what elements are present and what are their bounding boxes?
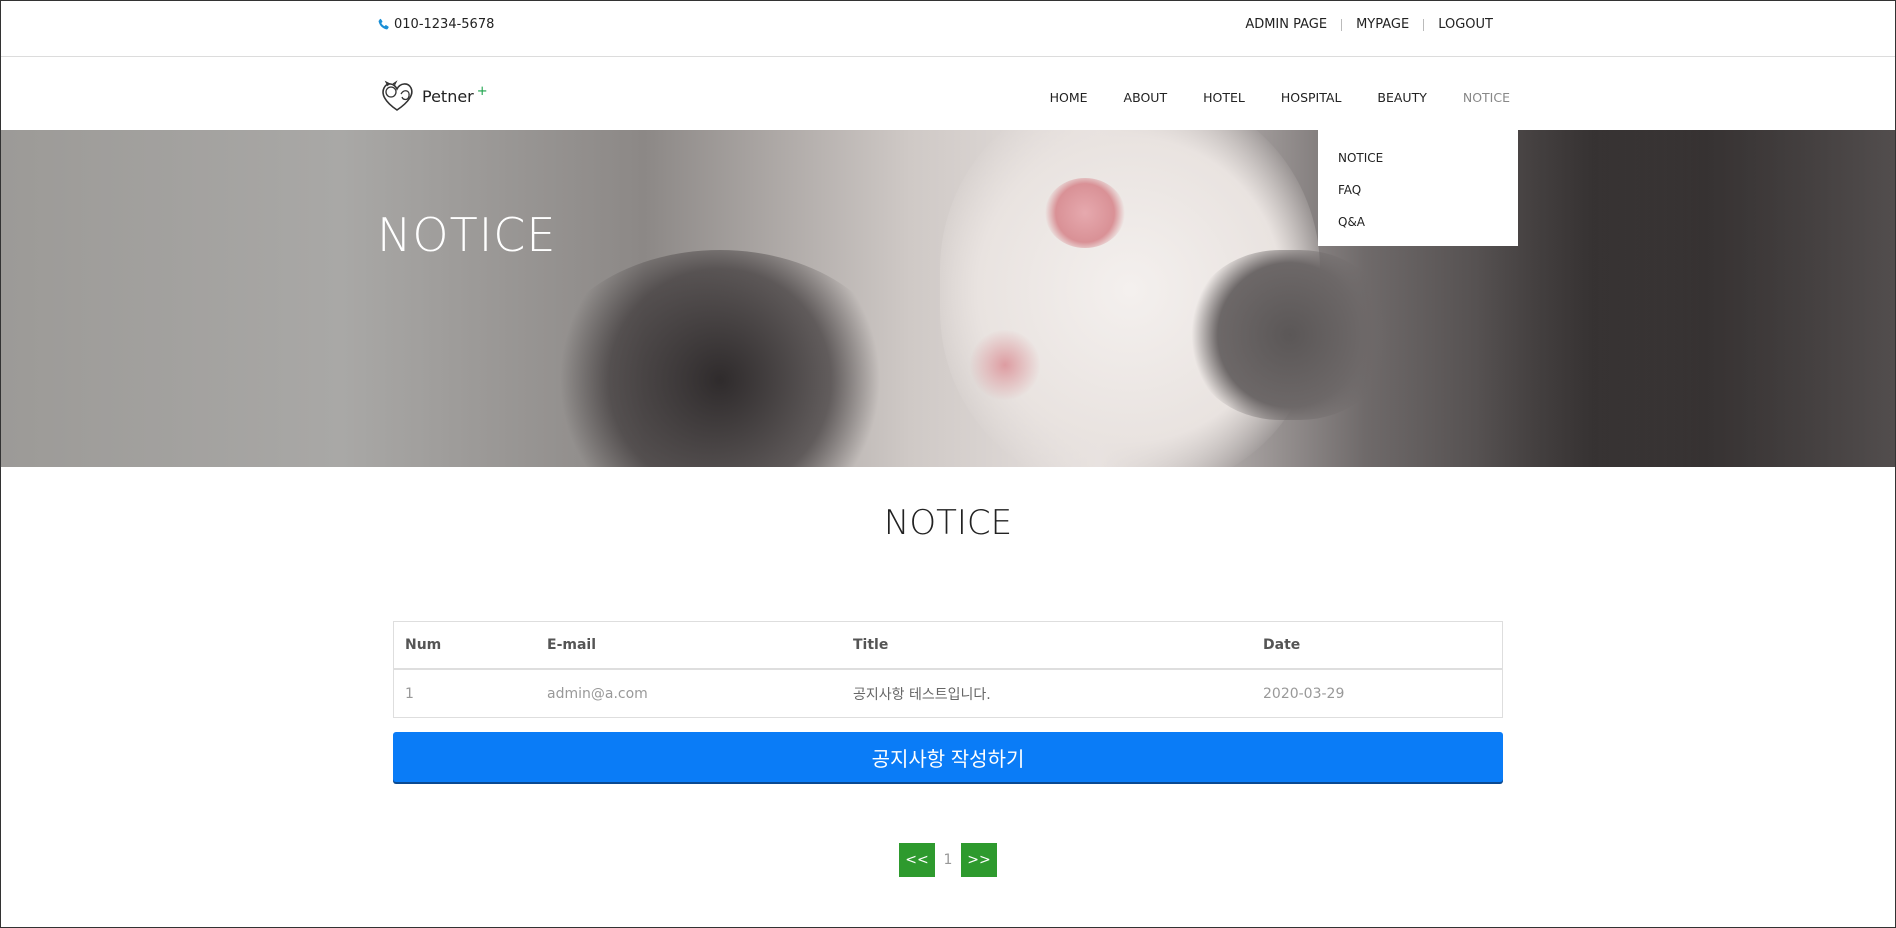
nav-item-hospital[interactable]: HOSPITAL [1281, 90, 1342, 105]
cell-num: 1 [405, 685, 414, 702]
table-header-row: Num E-mail Title Date [394, 622, 1502, 670]
column-header-date: Date [1252, 622, 1502, 670]
nav-item-about[interactable]: ABOUT [1124, 90, 1168, 105]
admin-page-link[interactable]: ADMIN PAGE [1245, 17, 1327, 32]
top-bar: 010-1234-5678 ADMIN PAGE MYPAGE LOGOUT [0, 0, 1896, 57]
cell-date: 2020-03-29 [1263, 685, 1345, 702]
main-menu: HOME ABOUT HOTEL HOSPITAL BEAUTY NOTICE [1014, 90, 1510, 105]
column-header-email: E-mail [536, 622, 842, 670]
column-header-num: Num [394, 622, 536, 670]
main-navbar: Petner + HOME ABOUT HOTEL HOSPITAL BEAUT… [0, 58, 1896, 130]
page-number[interactable]: 1 [935, 852, 961, 868]
nav-item-home[interactable]: HOME [1050, 90, 1088, 105]
hero-banner: NOTICE [0, 130, 1896, 467]
notice-dropdown-menu: NOTICE FAQ Q&A [1318, 130, 1518, 246]
next-page-button[interactable]: >> [961, 843, 997, 877]
phone-contact: 010-1234-5678 [377, 17, 494, 32]
mypage-link[interactable]: MYPAGE [1356, 17, 1409, 32]
nav-item-beauty[interactable]: BEAUTY [1377, 90, 1426, 105]
nav-item-notice[interactable]: NOTICE [1463, 90, 1510, 105]
notice-table: Num E-mail Title Date 1 admin@a.com 공지사항… [393, 621, 1503, 718]
phone-number: 010-1234-5678 [394, 17, 495, 32]
page-title: NOTICE [883, 503, 1013, 543]
brand-name: Petner [422, 86, 474, 106]
brand-logo[interactable]: Petner + [377, 76, 488, 116]
hero-title: NOTICE [377, 208, 557, 262]
brand-plus: + [476, 83, 488, 99]
divider [1423, 18, 1425, 31]
table-row[interactable]: 1 admin@a.com 공지사항 테스트입니다. 2020-03-29 [394, 669, 1502, 717]
nav-item-hotel[interactable]: HOTEL [1203, 90, 1245, 105]
column-header-title: Title [842, 622, 1252, 670]
dropdown-item-qna[interactable]: Q&A [1318, 208, 1518, 240]
prev-page-button[interactable]: << [899, 843, 935, 877]
pagination: << 1 >> [899, 843, 997, 877]
pet-logo-icon [382, 80, 413, 111]
write-notice-button[interactable]: 공지사항 작성하기 [393, 732, 1503, 782]
phone-icon [378, 18, 389, 30]
account-links: ADMIN PAGE MYPAGE LOGOUT [1245, 17, 1493, 32]
dropdown-item-notice[interactable]: NOTICE [1318, 144, 1518, 176]
divider [1341, 18, 1343, 31]
cell-email: admin@a.com [547, 685, 648, 702]
dropdown-item-faq[interactable]: FAQ [1318, 176, 1518, 208]
logout-link[interactable]: LOGOUT [1438, 17, 1493, 32]
cell-title[interactable]: 공지사항 테스트입니다. [842, 669, 1252, 717]
